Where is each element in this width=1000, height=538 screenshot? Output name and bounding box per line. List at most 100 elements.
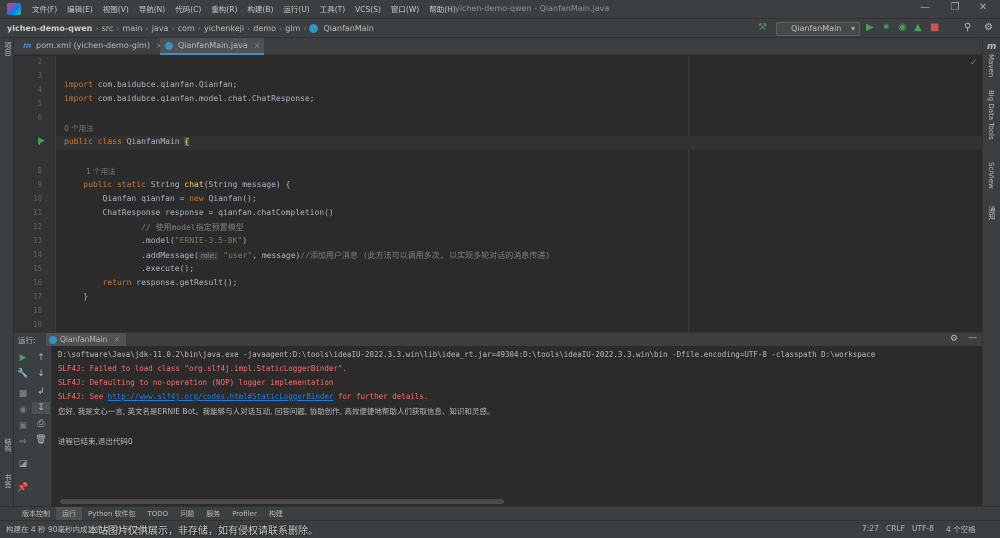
run-configuration-select[interactable]: QianfanMain ▾ bbox=[776, 22, 860, 36]
line-number: 14 bbox=[32, 250, 42, 259]
parameter-inlay-hint: role: bbox=[198, 252, 219, 260]
breadcrumb: yichen-demo-qwen › src › main › java › com › … bbox=[0, 23, 377, 33]
class-c-icon bbox=[165, 42, 173, 50]
breadcrumb-project[interactable]: yichen-demo-qwen bbox=[4, 24, 95, 33]
python-packages-tool[interactable]: Python 软件包 bbox=[82, 509, 142, 519]
menu-navigate[interactable]: 导航(N) bbox=[134, 4, 170, 15]
trash-icon[interactable]: 🗑 bbox=[32, 434, 50, 446]
console-exit-line: 进程已结束,退出代码0 bbox=[58, 437, 133, 446]
maven-tool-button[interactable]: Maven bbox=[987, 54, 995, 77]
line-number: 9 bbox=[37, 180, 42, 189]
wrench-icon[interactable]: 🔧 bbox=[14, 368, 32, 380]
run-tool[interactable]: 运行 bbox=[56, 506, 82, 521]
scroll-to-end-icon[interactable]: ↧ bbox=[32, 402, 50, 414]
breadcrumb-main[interactable]: main bbox=[119, 24, 145, 33]
code-line-10: Qianfan qianfan = new Qianfan(); bbox=[64, 194, 257, 203]
rerun-icon[interactable]: ▶ bbox=[14, 352, 32, 364]
layout-icon[interactable]: ▣ bbox=[14, 420, 32, 432]
line-number: 10 bbox=[32, 194, 42, 203]
breadcrumb-java[interactable]: java bbox=[149, 24, 172, 33]
usage-hint-class[interactable]: 0 个用法 bbox=[64, 123, 94, 134]
version-control-tool[interactable]: 版本控制 bbox=[16, 509, 56, 519]
debug-icon[interactable]: ✷ bbox=[882, 22, 890, 34]
tab-qianfanmain-java[interactable]: QianfanMain.java × bbox=[160, 38, 264, 55]
big-data-tools-button[interactable]: Big Data Tools bbox=[987, 90, 995, 140]
usage-hint-method[interactable]: 1 个用法 bbox=[86, 166, 116, 177]
cursor-position[interactable]: 7:27 bbox=[862, 524, 879, 533]
build-hammer-icon[interactable]: ⚒ bbox=[758, 22, 767, 34]
problems-tool[interactable]: 问题 bbox=[174, 509, 200, 519]
menu-window[interactable]: 窗口(W) bbox=[386, 4, 424, 15]
menu-vcs[interactable]: VCS(S) bbox=[350, 5, 386, 14]
slf4j-link[interactable]: http://www.slf4j.org/codes.html#StaticLo… bbox=[108, 392, 334, 401]
breadcrumb-com[interactable]: com bbox=[175, 24, 198, 33]
arrow-up-icon[interactable]: ↑ bbox=[32, 352, 50, 364]
settings-gear-icon[interactable]: ⚙ bbox=[950, 334, 958, 344]
profile-icon[interactable]: ▲ bbox=[914, 22, 922, 34]
menu-view[interactable]: 视图(V) bbox=[98, 4, 134, 15]
code-line-13: .model("ERNIE-3.5-8K") bbox=[64, 236, 248, 245]
horizontal-scrollbar[interactable] bbox=[60, 499, 504, 504]
restore-icon[interactable]: ❐ bbox=[940, 2, 970, 13]
pin-icon[interactable]: 📌 bbox=[14, 482, 32, 494]
camera-icon[interactable]: ◉ bbox=[14, 404, 32, 416]
code-editor[interactable]: ✓ import com.baidubce.qianfan.Qianfan; i… bbox=[56, 56, 982, 332]
stop-icon[interactable]: ■ bbox=[930, 22, 939, 34]
console-error-line: SLF4J: See http://www.slf4j.org/codes.ht… bbox=[58, 392, 429, 401]
stop-icon[interactable]: ■ bbox=[14, 388, 32, 400]
hide-panel-icon[interactable]: — bbox=[968, 333, 977, 343]
code-line-5: import com.baidubce.qianfan.model.chat.C… bbox=[64, 94, 315, 103]
breadcrumb-demo[interactable]: demo bbox=[250, 24, 279, 33]
sciview-tool-button[interactable]: SciView bbox=[987, 162, 995, 189]
indent-setting[interactable]: 4 个空格 bbox=[946, 524, 976, 535]
breadcrumb-glm[interactable]: glm bbox=[282, 24, 303, 33]
menu-tools[interactable]: 工具(T) bbox=[315, 4, 350, 15]
project-tool-button[interactable]: 项目 bbox=[3, 42, 13, 56]
run-tab-qianfanmain[interactable]: QianfanMain × bbox=[46, 333, 126, 347]
menu-refactor[interactable]: 重构(R) bbox=[206, 4, 242, 15]
run-console[interactable]: D:\software\Java\jdk-11.0.2\bin\java.exe… bbox=[52, 346, 982, 506]
menu-file[interactable]: 文件(F) bbox=[27, 4, 62, 15]
restore-layout-icon[interactable]: ◪ bbox=[14, 458, 32, 470]
menu-build[interactable]: 构建(B) bbox=[242, 4, 278, 15]
build-tool[interactable]: 构建 bbox=[263, 509, 289, 519]
print-icon[interactable]: ⎙ bbox=[32, 418, 50, 430]
menu-run[interactable]: 运行(U) bbox=[278, 4, 314, 15]
run-panel-header: 运行: QianfanMain × ⚙ — bbox=[14, 332, 982, 347]
close-tab-icon[interactable]: × bbox=[114, 335, 120, 344]
arrow-down-icon[interactable]: ↓ bbox=[32, 368, 50, 380]
breadcrumb-src[interactable]: src bbox=[99, 24, 117, 33]
settings-gear-icon[interactable]: ⚙ bbox=[984, 22, 993, 34]
line-number: 16 bbox=[32, 278, 42, 287]
close-icon[interactable]: ✕ bbox=[968, 2, 998, 13]
notifications-tool-button[interactable]: 通知 bbox=[987, 206, 997, 220]
menu-code[interactable]: 代码(C) bbox=[170, 4, 206, 15]
console-error-line: SLF4J: Failed to load class "org.slf4j.i… bbox=[58, 364, 347, 373]
services-tool[interactable]: 服务 bbox=[200, 509, 226, 519]
search-icon[interactable]: ⚲ bbox=[964, 22, 971, 34]
menu-edit[interactable]: 编辑(E) bbox=[62, 4, 98, 15]
tab-pom-xml[interactable]: m pom.xml (yichen-demo-glm)× bbox=[18, 38, 163, 55]
run-icon[interactable]: ▶ bbox=[866, 22, 874, 34]
line-separator[interactable]: CRLF bbox=[886, 524, 905, 533]
minimize-icon[interactable]: — bbox=[910, 2, 940, 13]
breadcrumb-yichenkeji[interactable]: yichenkeji bbox=[201, 24, 247, 33]
left-tool-strip: 项目 结构 书签 bbox=[0, 38, 14, 518]
right-margin-guide bbox=[688, 56, 689, 332]
tab-label: QianfanMain.java bbox=[178, 41, 248, 50]
profiler-tool[interactable]: Profiler bbox=[226, 510, 263, 518]
run-gutter-icon[interactable]: ▶ bbox=[38, 136, 45, 146]
editor-gutter: 2 3 4 5 6 7 ▶ 8 9 10 11 12 13 14 15 16 1… bbox=[14, 56, 56, 332]
bookmarks-tool-button[interactable]: 书签 bbox=[3, 474, 13, 488]
line-number: 3 bbox=[37, 71, 42, 80]
breadcrumb-class[interactable]: QianfanMain bbox=[320, 24, 376, 33]
file-encoding[interactable]: UTF-8 bbox=[912, 524, 934, 533]
todo-tool[interactable]: TODO bbox=[142, 510, 175, 518]
code-line-4: import com.baidubce.qianfan.Qianfan; bbox=[64, 80, 238, 89]
soft-wrap-icon[interactable]: ↲ bbox=[32, 386, 50, 398]
inspection-ok-icon[interactable]: ✓ bbox=[970, 58, 978, 68]
coverage-icon[interactable]: ◉ bbox=[898, 22, 907, 34]
close-tab-icon[interactable]: × bbox=[254, 41, 261, 50]
exit-icon[interactable]: ⇨ bbox=[14, 436, 32, 448]
structure-tool-button[interactable]: 结构 bbox=[3, 438, 13, 452]
